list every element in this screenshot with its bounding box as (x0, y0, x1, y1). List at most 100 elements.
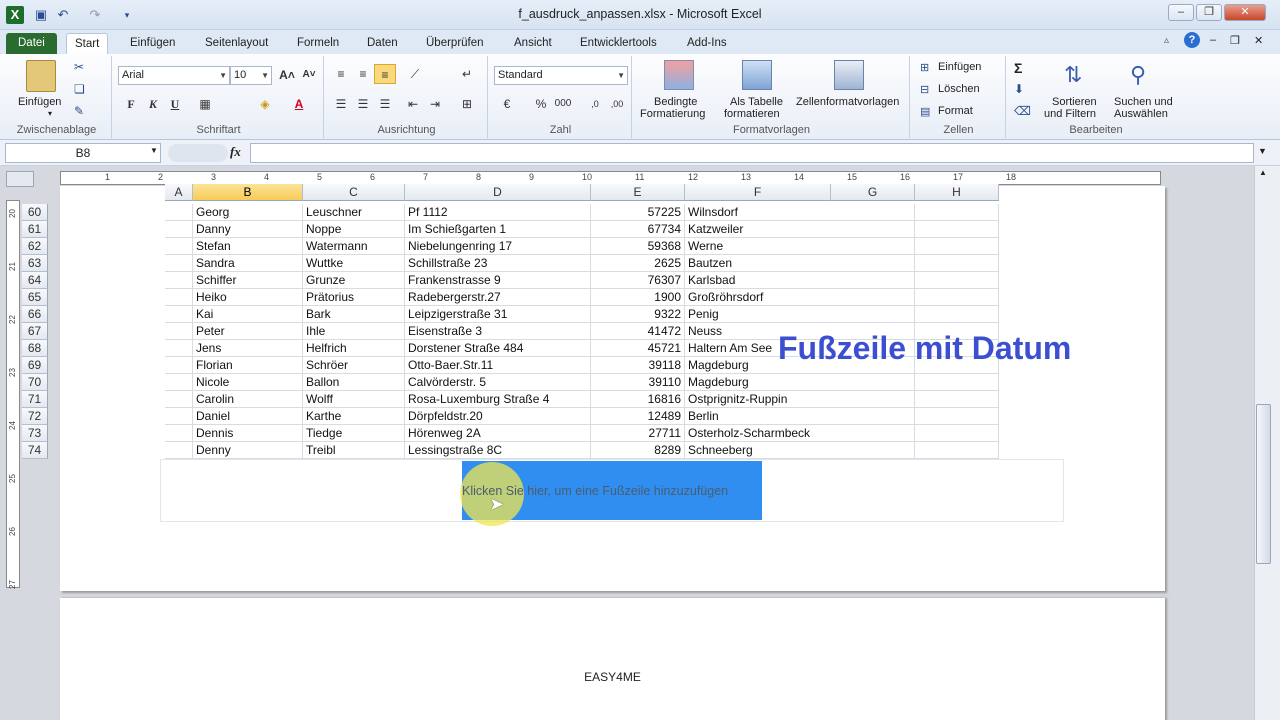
cell-g[interactable] (831, 408, 915, 425)
cell-e[interactable]: 41472 (591, 323, 685, 340)
sort-filter-icon[interactable]: ⇅ (1064, 62, 1082, 88)
cell-e[interactable]: 45721 (591, 340, 685, 357)
format-cells-icon[interactable]: ▤ (920, 105, 930, 118)
column-header-f[interactable]: F (685, 184, 831, 201)
tab-ueberpruefen[interactable]: Überprüfen (418, 33, 492, 54)
merge-center-icon[interactable]: ⊞ (456, 94, 478, 114)
cell-f[interactable]: Osterholz-Scharmbeck (685, 425, 831, 442)
cell-e[interactable]: 59368 (591, 238, 685, 255)
scroll-up-icon[interactable]: ▲ (1259, 168, 1267, 177)
increase-indent-icon[interactable]: ⇥ (424, 94, 446, 114)
shrink-font-icon[interactable]: A˅ (298, 65, 320, 85)
cell-styles-icon[interactable] (834, 60, 864, 90)
cell-g[interactable] (831, 272, 915, 289)
minimize-button[interactable]: – (1168, 4, 1194, 21)
cell-d[interactable]: Niebelungenring 17 (405, 238, 591, 255)
paste-icon[interactable] (26, 60, 56, 92)
tab-seitenlayout[interactable]: Seitenlayout (197, 33, 276, 54)
column-header-e[interactable]: E (591, 184, 685, 201)
tab-einfuegen[interactable]: Einfügen (122, 33, 183, 54)
align-left-icon[interactable]: ☰ (330, 94, 352, 114)
cell-f[interactable]: Großröhrsdorf (685, 289, 831, 306)
column-header-a[interactable]: A (165, 184, 193, 201)
cell-c[interactable]: Ihle (303, 323, 405, 340)
cell-a[interactable] (165, 221, 193, 238)
cell-d[interactable]: Pf 1112 (405, 204, 591, 221)
cell-e[interactable]: 16816 (591, 391, 685, 408)
cell-g[interactable] (831, 204, 915, 221)
collapse-ribbon-icon[interactable]: ▵ (1164, 35, 1169, 46)
cell-b[interactable]: Danny (193, 221, 303, 238)
cell-a[interactable] (165, 425, 193, 442)
clear-icon[interactable]: ⌫ (1014, 104, 1031, 118)
cell-e[interactable]: 9322 (591, 306, 685, 323)
cell-h[interactable] (915, 289, 999, 306)
restore-button[interactable]: ❐ (1196, 4, 1222, 21)
row-header[interactable]: 70 (22, 374, 48, 391)
column-header-c[interactable]: C (303, 184, 405, 201)
cell-b[interactable]: Stefan (193, 238, 303, 255)
cell-e[interactable]: 39110 (591, 374, 685, 391)
row-header[interactable]: 68 (22, 340, 48, 357)
paste-button[interactable]: Einfügen (18, 96, 61, 108)
tab-formeln[interactable]: Formeln (289, 33, 347, 54)
insert-function-icon[interactable]: fx (230, 144, 241, 160)
tab-daten[interactable]: Daten (359, 33, 406, 54)
cell-b[interactable]: Kai (193, 306, 303, 323)
expand-formula-icon[interactable]: ▼ (1258, 146, 1267, 156)
underline-button[interactable]: U (164, 94, 186, 114)
cell-b[interactable]: Heiko (193, 289, 303, 306)
cell-f[interactable]: Penig (685, 306, 831, 323)
find-select-line1[interactable]: Suchen und (1114, 96, 1173, 108)
cell-e[interactable]: 2625 (591, 255, 685, 272)
scrollbar-thumb[interactable] (1256, 404, 1271, 564)
cell-f[interactable]: Katzweiler (685, 221, 831, 238)
cell-a[interactable] (165, 391, 193, 408)
cell-c[interactable]: Helfrich (303, 340, 405, 357)
font-name-select[interactable]: Arial ▼ (118, 66, 230, 85)
cell-g[interactable] (831, 442, 915, 459)
row-header[interactable]: 63 (22, 255, 48, 272)
cell-c[interactable]: Grunze (303, 272, 405, 289)
cell-d[interactable]: Schillstraße 23 (405, 255, 591, 272)
fill-color-icon[interactable]: ◈ (254, 94, 276, 114)
copy-icon[interactable]: ❏ (74, 82, 85, 96)
percent-button[interactable]: % (530, 94, 552, 114)
cell-e[interactable]: 12489 (591, 408, 685, 425)
tab-datei[interactable]: Datei (6, 33, 57, 54)
align-center-icon[interactable]: ☰ (352, 94, 374, 114)
cell-c[interactable]: Schröer (303, 357, 405, 374)
decrease-decimal-icon[interactable]: ,00 (606, 94, 628, 114)
delete-cells-icon[interactable]: ⊟ (920, 83, 929, 96)
cell-a[interactable] (165, 442, 193, 459)
font-size-select[interactable]: 10 ▼ (230, 66, 272, 85)
row-header[interactable]: 64 (22, 272, 48, 289)
delete-cells-button[interactable]: Löschen (938, 83, 980, 95)
cell-d[interactable]: Calvörderstr. 5 (405, 374, 591, 391)
cell-b[interactable]: Carolin (193, 391, 303, 408)
cell-e[interactable]: 1900 (591, 289, 685, 306)
cell-g[interactable] (831, 425, 915, 442)
cell-h[interactable] (915, 374, 999, 391)
cell-c[interactable]: Leuschner (303, 204, 405, 221)
format-cells-button[interactable]: Format (938, 105, 973, 117)
cell-e[interactable]: 76307 (591, 272, 685, 289)
orientation-icon[interactable]: ⟋ (404, 64, 426, 84)
cell-c[interactable]: Wolff (303, 391, 405, 408)
cell-a[interactable] (165, 238, 193, 255)
cell-d[interactable]: Radebergerstr.27 (405, 289, 591, 306)
cell-b[interactable]: Denny (193, 442, 303, 459)
row-header[interactable]: 65 (22, 289, 48, 306)
cell-c[interactable]: Prätorius (303, 289, 405, 306)
cell-c[interactable]: Noppe (303, 221, 405, 238)
cell-f[interactable]: Bautzen (685, 255, 831, 272)
vertical-ruler[interactable]: 20 21 22 23 24 25 26 27 (6, 200, 20, 589)
insert-cells-icon[interactable]: ⊞ (920, 61, 929, 74)
horizontal-ruler[interactable]: 1 2 3 4 5 6 7 8 9 10 11 12 13 14 15 16 17 18 (60, 171, 1161, 185)
conditional-format-line1[interactable]: Bedingte (654, 96, 697, 108)
cell-b[interactable]: Schiffer (193, 272, 303, 289)
close-button[interactable]: ✕ (1224, 4, 1266, 21)
cell-b[interactable]: Florian (193, 357, 303, 374)
number-format-select[interactable]: Standard ▼ (494, 66, 628, 85)
cell-e[interactable]: 8289 (591, 442, 685, 459)
